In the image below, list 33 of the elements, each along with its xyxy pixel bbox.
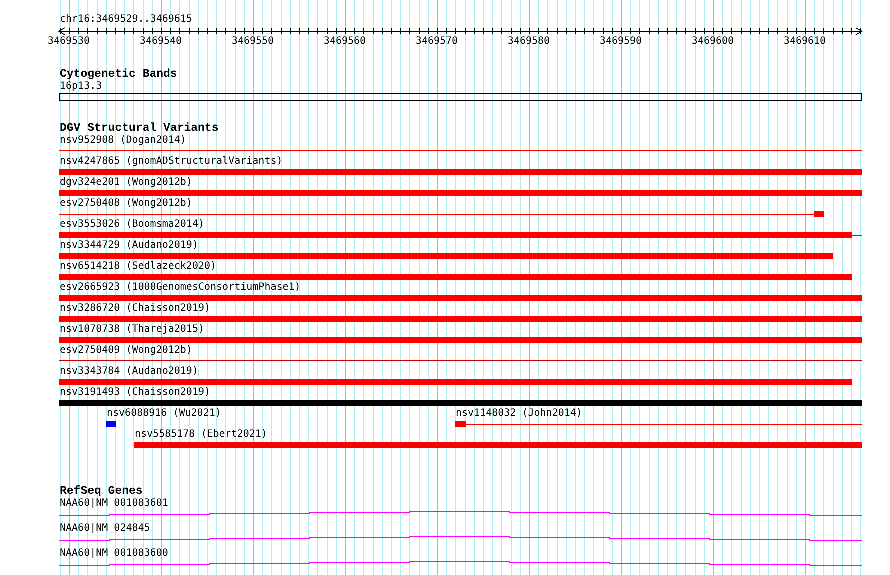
variant-label: nsv6514218 (Sedlazeck2020)	[59, 261, 217, 273]
variant-label: nsv952908 (Dogan2014)	[59, 135, 186, 147]
variant-label: nsv1148032 (John2014)	[455, 408, 582, 420]
variant-label: esv2665923 (1000GenomesConsortiumPhase1)	[59, 282, 301, 294]
variant-label: esv2750409 (Wong2012b)	[59, 345, 192, 357]
transcript-label: NAA60|NM_001083600	[59, 548, 168, 560]
region-label: chr16:3469529..3469615	[60, 14, 192, 26]
tick-label: 3469590	[600, 36, 642, 47]
tick-label: 3469540	[140, 36, 182, 47]
variant-label: esv3553026 (Boomsma2014)	[59, 219, 204, 231]
variant-label: nsv5585178 (Ebert2021)	[134, 429, 268, 441]
variant-label: nsv4247865 (gnomADStructuralVariants)	[59, 156, 283, 168]
variant-label: nsv3191493 (Chaisson2019)	[59, 387, 211, 399]
variant-label: nsv3343784 (Audano2019)	[59, 366, 198, 378]
track-title: RefSeq Genes	[59, 485, 143, 498]
tick-label: 3469550	[232, 36, 274, 47]
tick-label: 3469560	[324, 36, 366, 47]
track-title: DGV Structural Variants	[59, 122, 219, 135]
variant-label: nsv3286720 (Chaisson2019)	[59, 303, 211, 315]
transcript-label: NAA60|NM_024845	[59, 523, 150, 535]
tick-label: 3469610	[784, 36, 826, 47]
variant-label: dgv324e201 (Wong2012b)	[59, 177, 192, 189]
tick-label: 3469570	[416, 36, 458, 47]
variant-label: nsv6088916 (Wu2021)	[106, 408, 222, 420]
variant-label: esv2750408 (Wong2012b)	[59, 198, 192, 210]
tick-label: 3469600	[692, 36, 734, 47]
transcript-label: NAA60|NM_001083601	[59, 498, 168, 510]
tick-label: 3469580	[508, 36, 550, 47]
band-label: 16p13.3	[59, 81, 102, 93]
variant-label: nsv1070738 (Thareja2015)	[59, 324, 204, 336]
variant-label: nsv3344729 (Audano2019)	[59, 240, 198, 252]
tick-label: 3469530	[48, 36, 90, 47]
track-title: Cytogenetic Bands	[59, 68, 178, 81]
